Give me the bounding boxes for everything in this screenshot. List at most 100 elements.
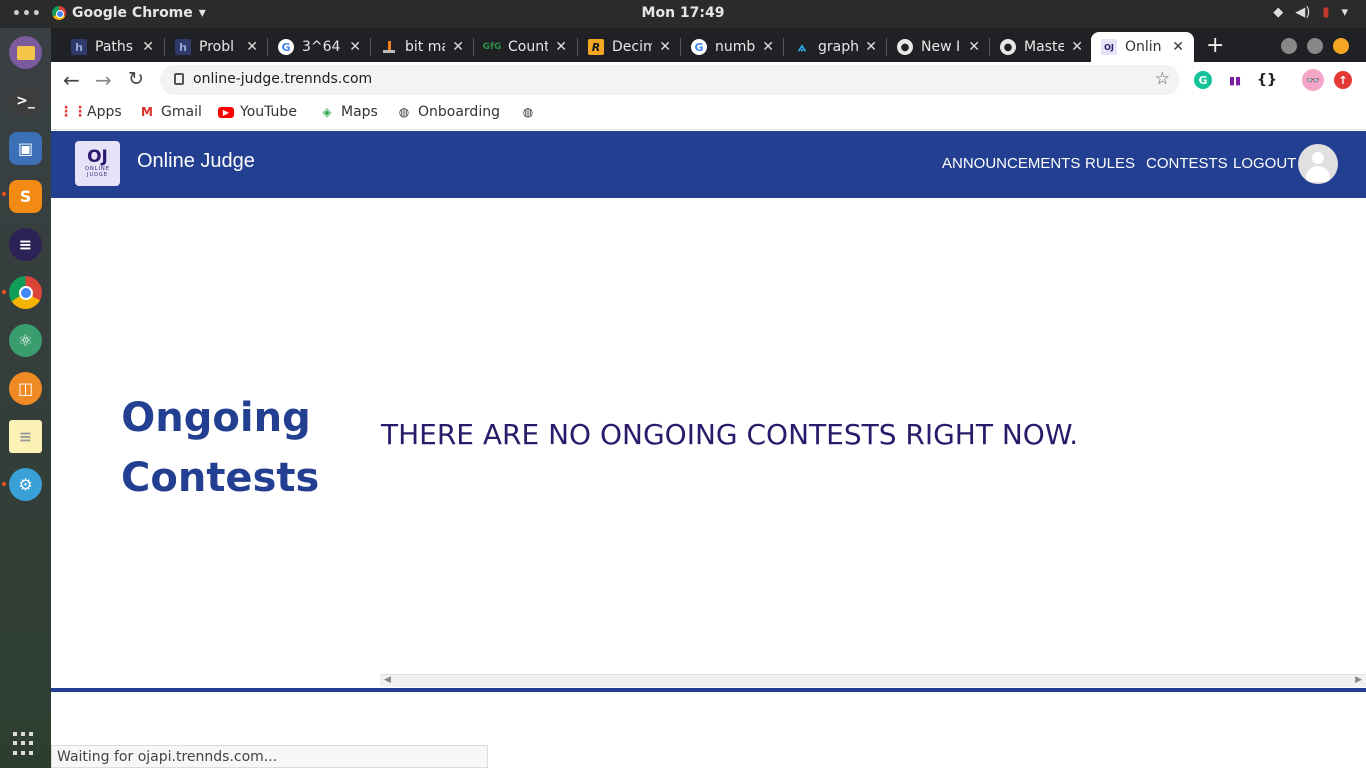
hackerearth-icon: h <box>175 39 191 55</box>
bookmark-maps[interactable]: ◈ Maps <box>319 104 378 120</box>
tab-active[interactable]: OJ Onlin ✕ <box>1091 32 1194 62</box>
tab[interactable]: h Paths ✕ <box>61 32 164 62</box>
page-title: Ongoing Contests <box>121 388 320 508</box>
site-brand[interactable]: Online Judge <box>137 150 255 173</box>
close-icon[interactable]: ✕ <box>555 39 567 55</box>
toolbar: ← → ↻ online-judge.trennds.com ☆ G ▮▮ {}… <box>51 62 1366 98</box>
update-icon[interactable]: ↑ <box>1334 71 1352 89</box>
main-content: Ongoing Contests THERE ARE NO ONGOING CO… <box>51 198 1366 688</box>
virtualbox-icon[interactable]: ▣ <box>9 132 42 165</box>
running-indicator <box>2 290 6 294</box>
google-icon: G <box>691 39 707 55</box>
address-bar[interactable]: online-judge.trennds.com ☆ <box>160 65 1180 95</box>
globe-icon: ◍ <box>398 105 410 119</box>
clock[interactable]: Mon 17:49 <box>0 5 1366 21</box>
bookmark-star-icon[interactable]: ☆ <box>1155 69 1170 89</box>
bookmark-gmail[interactable]: M Gmail <box>139 104 202 120</box>
profile-avatar-icon[interactable]: 👓 <box>1302 69 1324 91</box>
url-text[interactable]: online-judge.trennds.com <box>193 71 372 87</box>
tab-strip: h Paths ✕ h Probl ✕ G 3^64 - ✕ bit ma ✕ … <box>51 28 1366 62</box>
bookmark-label: Maps <box>341 104 378 120</box>
close-window-button[interactable] <box>1333 38 1349 54</box>
tab-title: Probl <box>199 39 234 55</box>
nav-announcements[interactable]: ANNOUNCEMENTS <box>942 155 1080 172</box>
page-title-line: Ongoing <box>121 395 311 441</box>
tab[interactable]: ● New I ✕ <box>887 32 990 62</box>
forward-button[interactable]: → <box>95 68 112 92</box>
nav-rules[interactable]: RULES <box>1085 155 1135 172</box>
site-logo[interactable]: OJ ONLINE JUDGE <box>75 141 120 186</box>
tab[interactable]: G 3^64 - ✕ <box>268 32 371 62</box>
user-avatar-icon[interactable] <box>1298 144 1338 184</box>
maximize-button[interactable] <box>1307 38 1323 54</box>
scroll-right-icon[interactable]: ▶ <box>1355 675 1362 685</box>
reload-button[interactable]: ↻ <box>128 68 144 90</box>
chrome-icon[interactable] <box>9 276 42 309</box>
bookmark-label: YouTube <box>240 104 297 120</box>
maps-icon: ◈ <box>322 105 332 119</box>
json-formatter-icon[interactable]: {} <box>1257 71 1277 89</box>
battery-icon: ▮ <box>1322 5 1330 20</box>
tab[interactable]: R Decim ✕ <box>578 32 681 62</box>
apps-grid-icon: ⋮⋮ <box>59 104 87 120</box>
running-indicator <box>2 482 6 486</box>
close-icon[interactable]: ✕ <box>659 39 671 55</box>
sublime-text-icon[interactable]: S <box>9 180 42 213</box>
lock-icon[interactable] <box>174 73 184 85</box>
back-button[interactable]: ← <box>63 68 80 92</box>
tab[interactable]: ● Maste ✕ <box>990 32 1093 62</box>
tab[interactable]: bit ma ✕ <box>371 32 474 62</box>
new-tab-button[interactable]: + <box>1206 33 1224 58</box>
site-header: OJ ONLINE JUDGE Online Judge ANNOUNCEMEN… <box>51 131 1366 198</box>
running-indicator <box>2 192 6 196</box>
software-center-icon[interactable]: ◫ <box>9 372 42 405</box>
tab-title: Decim <box>612 39 652 55</box>
minimize-button[interactable] <box>1281 38 1297 54</box>
eclipse-icon[interactable]: ≡ <box>9 228 42 261</box>
bookmark-label: Onboarding <box>418 104 500 120</box>
bookmark-onboarding[interactable]: ◍ Onboarding <box>396 104 500 120</box>
hackerearth-icon: h <box>71 39 87 55</box>
nav-contests[interactable]: CONTESTS <box>1146 155 1228 172</box>
close-icon[interactable]: ✕ <box>452 39 464 55</box>
empty-state-message: THERE ARE NO ONGOING CONTESTS RIGHT NOW. <box>381 418 1079 451</box>
scroll-left-icon[interactable]: ◀ <box>384 675 391 685</box>
rapidtables-icon: R <box>588 39 604 55</box>
avatar-head <box>1312 152 1324 164</box>
bookmark-apps[interactable]: ⋮⋮ Apps <box>59 104 122 120</box>
tab-title: Onlin <box>1125 39 1162 55</box>
close-icon[interactable]: ✕ <box>1071 39 1083 55</box>
close-icon[interactable]: ✕ <box>865 39 877 55</box>
settings-icon[interactable]: ⚙ <box>9 468 42 501</box>
grammarly-icon[interactable]: G <box>1194 71 1212 89</box>
horizontal-scrollbar[interactable]: ◀ ▶ <box>380 674 1366 687</box>
nav-logout[interactable]: LOGOUT <box>1233 155 1296 172</box>
close-icon[interactable]: ✕ <box>968 39 980 55</box>
close-icon[interactable]: ✕ <box>246 39 258 55</box>
bookmark-youtube[interactable]: ▶ YouTube <box>218 104 297 120</box>
github-icon: ● <box>1000 39 1016 55</box>
tab[interactable]: G numb ✕ <box>681 32 784 62</box>
tab-title: Count <box>508 39 548 55</box>
close-icon[interactable]: ✕ <box>349 39 361 55</box>
tab-title: 3^64 - <box>302 39 342 55</box>
metrics-extension-icon[interactable]: ▮▮ <box>1226 71 1244 89</box>
files-icon[interactable] <box>9 36 42 69</box>
tab[interactable]: GfG Count ✕ <box>474 32 577 62</box>
close-icon[interactable]: ✕ <box>1172 39 1184 55</box>
google-icon: G <box>278 39 294 55</box>
tab-title: numb <box>715 39 755 55</box>
notes-icon[interactable]: ≡ <box>9 420 42 453</box>
show-applications-icon[interactable] <box>13 732 37 756</box>
terminal-icon[interactable]: >_ <box>9 84 42 117</box>
tab[interactable]: ⟑ graph ✕ <box>784 32 887 62</box>
power-menu-icon: ▾ <box>1341 5 1348 20</box>
tab[interactable]: h Probl ✕ <box>165 32 268 62</box>
close-icon[interactable]: ✕ <box>762 39 774 55</box>
geeksforgeeks-icon: GfG <box>482 42 502 52</box>
atom-icon[interactable]: ⚛ <box>9 324 42 357</box>
page-title-line: Contests <box>121 455 320 501</box>
system-tray[interactable]: ◆ ◀) ▮ ▾ <box>1273 5 1348 20</box>
bookmark-untitled[interactable]: ◍ <box>520 104 536 120</box>
close-icon[interactable]: ✕ <box>142 39 154 55</box>
